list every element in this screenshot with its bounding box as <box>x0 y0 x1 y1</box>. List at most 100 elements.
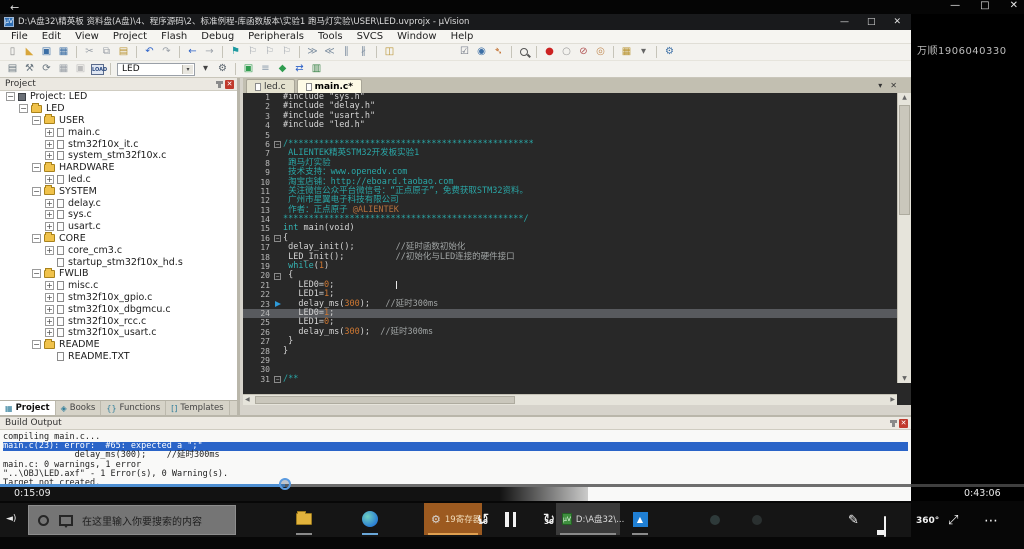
rebuild-icon[interactable]: ⟳ <box>39 62 54 76</box>
code-line-7[interactable]: 7 ALIENTEK精英STM32开发板实验1 <box>243 149 897 158</box>
tree-item-user[interactable]: −USER <box>0 115 237 127</box>
tree-item-led-c[interactable]: +led.c <box>0 174 237 186</box>
speaker-icon[interactable]: ◄) <box>6 514 16 524</box>
code-line-24[interactable]: 24 LED0=1; <box>243 309 897 318</box>
tree-item-startup-stm32f10x-hd-s[interactable]: startup_stm32f10x_hd.s <box>0 256 237 268</box>
expander-plus-icon[interactable]: + <box>45 328 54 337</box>
menu-view[interactable]: View <box>68 30 106 44</box>
hscroll-thumb[interactable] <box>255 396 515 404</box>
expander-plus-icon[interactable]: + <box>45 151 54 160</box>
editor-vertical-scrollbar[interactable]: ▲ ▼ <box>897 93 911 383</box>
tree-item-stm32f10x-rcc-c[interactable]: +stm32f10x_rcc.c <box>0 315 237 327</box>
code-line-29[interactable]: 29 <box>243 356 897 365</box>
build-output-line[interactable]: "..\OBJ\LED.axf" - 1 Error(s), 0 Warning… <box>3 470 911 479</box>
file-extensions-icon[interactable]: ≡ <box>258 62 273 76</box>
fold-icon[interactable]: − <box>274 141 281 148</box>
tree-item-readme[interactable]: −README <box>0 339 237 351</box>
bookmark-prev-icon[interactable]: ⚐ <box>245 45 260 59</box>
outdent-icon[interactable]: ≪ <box>322 45 337 59</box>
insert-trace-icon[interactable]: ➴ <box>491 45 506 59</box>
uvision-minimize-icon[interactable]: — <box>840 14 849 30</box>
tree-item-core-cm3-c[interactable]: +core_cm3.c <box>0 244 237 256</box>
bookmark-icon[interactable]: ⚑ <box>228 45 243 59</box>
find-in-files-icon[interactable] <box>520 48 528 56</box>
panel-tab-templates[interactable]: []Templates <box>166 401 229 415</box>
code-line-27[interactable]: 27 } <box>243 337 897 346</box>
comment-icon[interactable]: ∥ <box>339 45 354 59</box>
code-area[interactable]: 1#include "sys.h"2#include "delay.h"3#in… <box>243 93 897 383</box>
uvision-maximize-icon[interactable]: □ <box>867 14 876 30</box>
breakpoint-icon[interactable]: ● <box>542 45 557 59</box>
code-line-28[interactable]: 28} <box>243 347 897 356</box>
player-minimize-icon[interactable]: — <box>950 0 960 11</box>
tree-item-misc-c[interactable]: +misc.c <box>0 280 237 292</box>
menu-svcs[interactable]: SVCS <box>350 30 391 44</box>
menu-peripherals[interactable]: Peripherals <box>241 30 311 44</box>
fold-icon[interactable]: − <box>274 273 281 280</box>
taskbar-item-photos[interactable]: ▲ <box>628 503 652 535</box>
fullscreen-icon[interactable]: ⤢ <box>948 513 958 528</box>
open-folder-icon[interactable]: ◣ <box>22 45 37 59</box>
bookmark-next-icon[interactable]: ⚐ <box>262 45 277 59</box>
expander-plus-icon[interactable]: + <box>45 199 54 208</box>
rotate-360-icon[interactable]: 360° <box>916 516 939 526</box>
scroll-down-icon[interactable]: ▼ <box>898 375 911 382</box>
tree-item-stm32f10x-gpio-c[interactable]: +stm32f10x_gpio.c <box>0 292 237 304</box>
taskbar-item-edge[interactable] <box>358 503 382 535</box>
breakpoint-disable-icon[interactable]: ○ <box>559 45 574 59</box>
expander-plus-icon[interactable]: + <box>45 293 54 302</box>
code-line-18[interactable]: 18 LED_Init(); //初始化与LED连接的硬件接口 <box>243 253 897 262</box>
tree-item-stm32f10x-it-c[interactable]: +stm32f10x_it.c <box>0 138 237 150</box>
scroll-left-icon[interactable]: ◀ <box>245 395 250 405</box>
tree-item-core[interactable]: −CORE <box>0 233 237 245</box>
skip-forward-button[interactable]: ↻ 30 <box>536 509 562 531</box>
fold-icon[interactable]: − <box>274 235 281 242</box>
tab-close-icon[interactable]: ✕ <box>890 81 897 90</box>
expander-plus-icon[interactable]: + <box>45 128 54 137</box>
code-line-26[interactable]: 26 delay_ms(300); //延时300ms <box>243 328 897 337</box>
save-icon[interactable]: ▣ <box>39 45 54 59</box>
expander-minus-icon[interactable]: − <box>32 234 41 243</box>
expander-plus-icon[interactable]: + <box>45 246 54 255</box>
taskbar-item-file-explorer[interactable] <box>292 503 316 535</box>
expander-minus-icon[interactable]: − <box>32 269 41 278</box>
panel-tab-functions[interactable]: {}Functions <box>101 401 166 415</box>
code-line-31[interactable]: 31−/** <box>243 375 897 383</box>
code-line-4[interactable]: 4#include "led.h" <box>243 121 897 130</box>
vscroll-thumb[interactable] <box>899 105 910 215</box>
player-maximize-icon[interactable]: □ <box>980 0 989 11</box>
editor-horizontal-scrollbar[interactable]: ◀ ▶ <box>243 394 897 405</box>
download-load-icon[interactable]: LOAD <box>91 64 104 75</box>
expander-plus-icon[interactable]: + <box>45 140 54 149</box>
tab-list-dropdown-icon[interactable]: ▾ <box>878 81 882 90</box>
indent-icon[interactable]: ≫ <box>305 45 320 59</box>
tree-item-hardware[interactable]: −HARDWARE <box>0 162 237 174</box>
undo-icon[interactable]: ↶ <box>142 45 157 59</box>
batch-build-icon[interactable]: ▦ <box>56 62 71 76</box>
tree-item-main-c[interactable]: +main.c <box>0 126 237 138</box>
import-export-icon[interactable]: ⇄ <box>292 62 307 76</box>
breakpoint-kill-icon[interactable]: ⊘ <box>576 45 591 59</box>
progress-knob[interactable] <box>279 478 291 490</box>
player-close-icon[interactable]: ✕ <box>1010 0 1018 11</box>
expander-minus-icon[interactable]: − <box>32 116 41 125</box>
editor-tab-led-c[interactable]: led.c <box>246 79 295 93</box>
new-file-icon[interactable]: ▯ <box>5 45 20 59</box>
code-line-23[interactable]: 23 delay_ms(300); //延时300ms <box>243 300 897 309</box>
code-line-30[interactable]: 30 <box>243 365 897 374</box>
wrench-icon[interactable]: ⚙ <box>662 45 677 59</box>
expander-plus-icon[interactable]: + <box>45 317 54 326</box>
pack-installer-icon[interactable]: ▥ <box>309 62 324 76</box>
taskbar-item-keil[interactable]: µV D:\A盘32\... <box>556 503 620 535</box>
copy-icon[interactable]: ⧉ <box>99 45 114 59</box>
expander-minus-icon[interactable]: − <box>32 163 41 172</box>
panel-tab-books[interactable]: ◈Books <box>56 401 102 415</box>
target-options-icon[interactable]: ⚙ <box>215 62 230 76</box>
breakpoint-enable-all-icon[interactable]: ◎ <box>593 45 608 59</box>
pause-button[interactable] <box>505 512 516 527</box>
expander-plus-icon[interactable]: + <box>45 210 54 219</box>
save-all-icon[interactable]: ▦ <box>56 45 71 59</box>
menu-help[interactable]: Help <box>444 30 481 44</box>
back-icon[interactable]: ← <box>10 1 19 14</box>
tree-item-led[interactable]: −LED <box>0 103 237 115</box>
